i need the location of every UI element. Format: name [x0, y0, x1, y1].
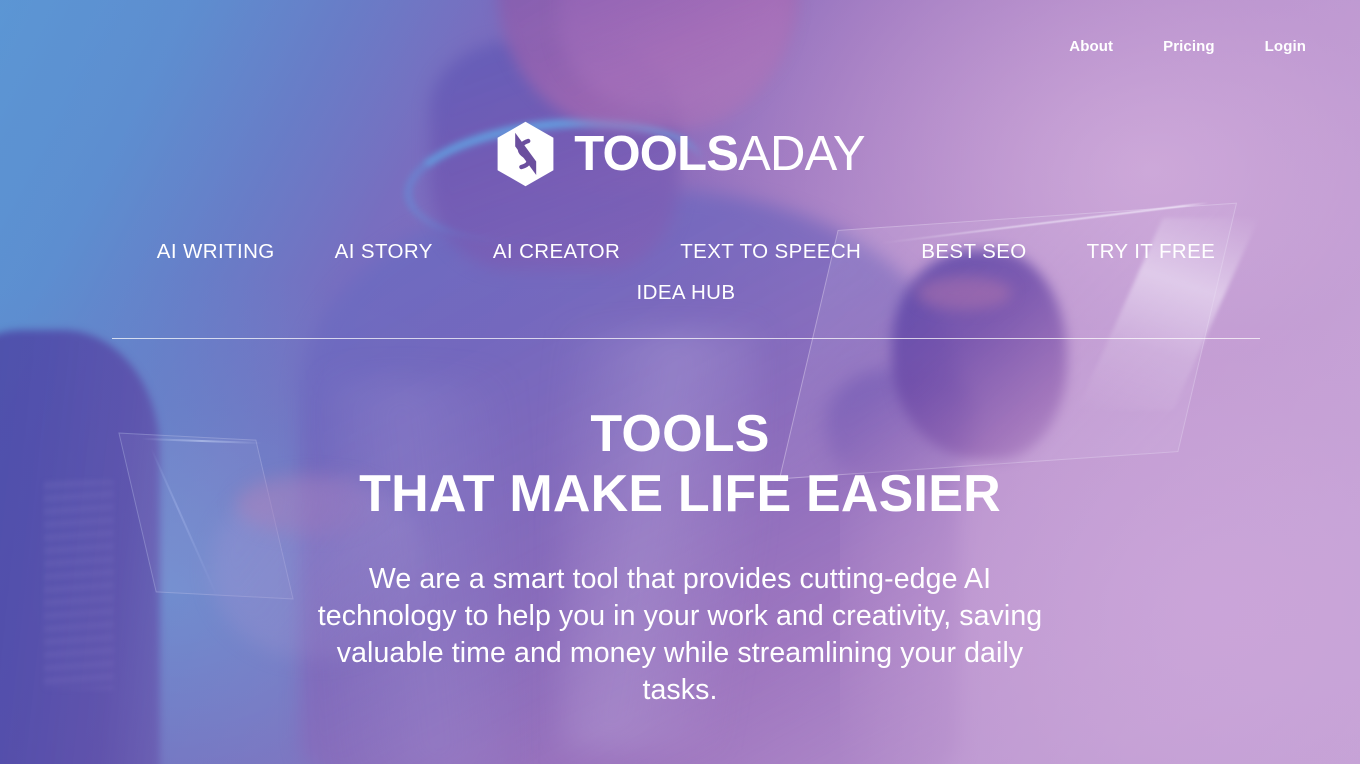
hero-page: About Pricing Login TOOLSADAY AI WRITING…	[0, 0, 1360, 764]
nav-item-ai-creator[interactable]: AI CREATOR	[463, 238, 650, 266]
logo-wordmark-light: ADAY	[738, 126, 865, 181]
logo-wordmark: TOOLSADAY	[574, 126, 865, 181]
topnav-item-pricing[interactable]: Pricing	[1138, 39, 1240, 54]
nav-item-text-to-speech[interactable]: TEXT TO SPEECH	[650, 238, 891, 266]
hero-section: TOOLS THAT MAKE LIFE EASIER We are a smar…	[0, 404, 1360, 709]
site-logo[interactable]: TOOLSADAY	[0, 121, 1360, 187]
main-nav-row-2: IDEA HUB	[112, 279, 1260, 307]
nav-item-ai-writing[interactable]: AI WRITING	[127, 238, 305, 266]
nav-item-idea-hub[interactable]: IDEA HUB	[607, 279, 766, 307]
nav-item-try-it-free[interactable]: TRY IT FREE	[1057, 238, 1246, 266]
header-divider	[112, 338, 1260, 339]
nav-item-best-seo[interactable]: BEST SEO	[891, 238, 1056, 266]
top-utility-nav: About Pricing Login	[1044, 0, 1331, 100]
main-nav: AI WRITING AI STORY AI CREATOR TEXT TO S…	[112, 238, 1260, 306]
hero-headline-line2: THAT MAKE LIFE EASIER	[359, 465, 1001, 524]
hero-headline: TOOLS THAT MAKE LIFE EASIER	[0, 404, 1360, 525]
topnav-item-about[interactable]: About	[1044, 39, 1138, 54]
nav-item-ai-story[interactable]: AI STORY	[305, 238, 463, 266]
logo-wordmark-bold: TOOLS	[574, 126, 739, 181]
hero-subtitle: We are a smart tool that provides cuttin…	[317, 562, 1043, 706]
page-content: About Pricing Login TOOLSADAY AI WRITING…	[0, 0, 1360, 764]
hero-headline-line1: TOOLS	[590, 405, 770, 463]
hexagon-s-mark-icon	[497, 121, 554, 187]
topnav-item-login[interactable]: Login	[1240, 39, 1331, 54]
